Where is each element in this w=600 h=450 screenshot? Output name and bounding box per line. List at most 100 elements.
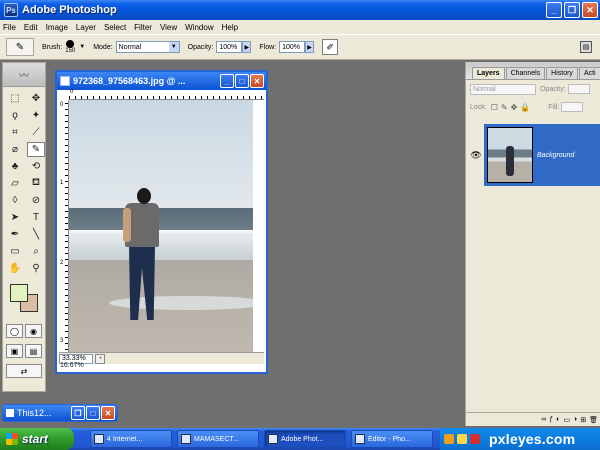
menu-file[interactable]: File (3, 23, 16, 32)
crop-tool-icon[interactable]: ⌗ (6, 125, 24, 140)
brush-dropdown-icon[interactable]: ▼ (79, 44, 85, 50)
doc-minimize-button[interactable]: _ (220, 74, 234, 88)
taskbar-item-internet[interactable]: 4 Internet... (90, 430, 172, 448)
flow-label: Flow: (259, 43, 277, 51)
path-selection-icon[interactable]: ➤ (6, 210, 24, 225)
marquee-tool-icon[interactable]: ⬚ (6, 91, 24, 106)
taskbar-item-mamasect[interactable]: MAMASECT... (177, 430, 259, 448)
move-tool-icon[interactable]: ✥ (27, 91, 45, 106)
tab-actions[interactable]: Acti (578, 67, 600, 79)
history-brush-icon[interactable]: ⟲ (27, 159, 45, 174)
opacity-slider-button[interactable]: ▶ (242, 41, 252, 53)
menu-image[interactable]: Image (46, 23, 68, 32)
minimized-document-window[interactable]: This12... ❐ □ ✕ (2, 404, 118, 422)
new-layer-icon[interactable]: ⊞ (580, 416, 586, 424)
fill-input[interactable] (561, 102, 584, 112)
flow-slider-button[interactable]: ▶ (305, 41, 315, 53)
lock-position-icon[interactable]: ✥ (511, 103, 518, 112)
jump-to-imageready-icon[interactable]: ⇄ (6, 364, 42, 378)
minimized-controls: ❐ □ ✕ (71, 406, 115, 420)
eraser-tool-icon[interactable]: ▱ (6, 176, 24, 191)
menu-help[interactable]: Help (222, 23, 238, 32)
opacity-input[interactable]: 100% (216, 41, 243, 53)
layer-mask-icon[interactable]: ◐ (556, 416, 560, 423)
menu-edit[interactable]: Edit (24, 23, 38, 32)
min-maximize-button[interactable]: □ (86, 406, 100, 420)
lasso-tool-icon[interactable]: ϙ (6, 108, 24, 123)
ruler-label: 0 (60, 102, 64, 108)
adjustment-layer-icon[interactable]: ◑ (573, 416, 577, 423)
feather-icon[interactable]: 〰 (3, 63, 45, 87)
lock-all-icon[interactable]: 🔒 (520, 103, 530, 112)
slice-tool-icon[interactable]: ⟋ (27, 125, 45, 140)
document-window: 972368_97568463.jpg @ ... _ □ ✕ 0 0 1 2 … (55, 70, 268, 374)
tool-preset-picker[interactable]: ✎ (6, 38, 34, 56)
menu-filter[interactable]: Filter (134, 23, 152, 32)
layer-opacity-input[interactable] (567, 84, 590, 94)
paint-bucket-icon[interactable]: ⛾ (27, 176, 45, 191)
lock-image-icon[interactable]: ✎ (501, 103, 508, 112)
hand-tool-icon[interactable]: ✋ (6, 261, 24, 276)
blur-tool-icon[interactable]: ◊ (6, 193, 24, 208)
visibility-eye-icon[interactable]: 👁 (468, 124, 484, 186)
foreground-color-swatch[interactable] (10, 284, 28, 302)
blend-mode-select[interactable]: Normal (470, 83, 536, 95)
menu-layer[interactable]: Layer (76, 23, 96, 32)
min-restore-button[interactable]: ❐ (71, 406, 85, 420)
palette-well-icon[interactable]: ▤ (580, 41, 592, 53)
taskbar-item-photoshop[interactable]: Adobe Phot... (264, 430, 346, 448)
document-titlebar[interactable]: 972368_97568463.jpg @ ... _ □ ✕ (57, 72, 266, 90)
min-close-button[interactable]: ✕ (101, 406, 115, 420)
airbrush-button[interactable]: ✐ (322, 39, 339, 55)
document-icon (6, 409, 14, 417)
zoom-tool-icon[interactable]: ⚲ (27, 261, 45, 276)
image-canvas[interactable] (69, 100, 253, 352)
menu-window[interactable]: Window (185, 23, 213, 32)
taskbar-item-editor[interactable]: Editor - Pho... (351, 430, 433, 448)
notes-tool-icon[interactable]: ▭ (6, 244, 24, 259)
brush-tool-icon[interactable]: ✎ (27, 142, 45, 157)
quickmask-mode-icon[interactable]: ◉ (25, 324, 42, 338)
ruler-label: 1 (60, 180, 64, 186)
speaker-icon[interactable] (457, 434, 467, 444)
screen-mode-standard-icon[interactable]: ▣ (6, 344, 23, 358)
restore-button[interactable]: ❐ (564, 2, 580, 18)
tab-history[interactable]: History (546, 67, 578, 79)
magic-wand-icon[interactable]: ✦ (27, 108, 45, 123)
clone-stamp-icon[interactable]: ♣ (6, 159, 24, 174)
security-icon[interactable] (470, 434, 480, 444)
pen-tool-icon[interactable]: ✒ (6, 227, 24, 242)
healing-brush-icon[interactable]: ⌀ (6, 142, 24, 157)
type-tool-icon[interactable]: T (27, 210, 45, 225)
lock-transparency-icon[interactable]: ☐ (491, 103, 498, 112)
minimize-button[interactable]: _ (546, 2, 562, 18)
tab-channels[interactable]: Channels (505, 67, 546, 79)
lock-row: Lock: ☐ ✎ ✥ 🔒 Fill: (466, 100, 600, 114)
tab-layers[interactable]: Layers (472, 67, 505, 79)
vertical-ruler[interactable]: 0 1 2 3 (59, 100, 69, 362)
status-menu-icon[interactable]: ◔ (95, 353, 105, 364)
flow-input[interactable]: 100% (279, 41, 306, 53)
screen-mode-full-icon[interactable]: ▤ (25, 344, 42, 358)
layer-row[interactable]: 👁 Background (468, 124, 600, 186)
menu-select[interactable]: Select (104, 23, 126, 32)
chevron-down-icon: ▼ (168, 42, 179, 52)
dodge-tool-icon[interactable]: ⊘ (27, 193, 45, 208)
brush-picker[interactable]: 150 (65, 40, 75, 54)
layer-style-icon[interactable]: ƒ (549, 416, 553, 423)
standard-mode-icon[interactable]: ◯ (6, 324, 23, 338)
doc-maximize-button[interactable]: □ (235, 74, 249, 88)
delete-layer-icon[interactable]: 🗑 (589, 416, 598, 424)
close-button[interactable]: ✕ (582, 2, 598, 18)
menu-view[interactable]: View (160, 23, 177, 32)
mode-select[interactable]: Normal ▼ (115, 41, 180, 53)
tray-app-icon[interactable] (444, 434, 454, 444)
new-group-icon[interactable]: ▭ (563, 416, 570, 424)
horizontal-ruler[interactable]: 0 (69, 89, 264, 100)
link-layers-icon[interactable]: ∞ (541, 416, 546, 423)
eyedropper-icon[interactable]: ⌕ (27, 244, 45, 259)
doc-close-button[interactable]: ✕ (250, 74, 264, 88)
line-tool-icon[interactable]: ╲ (27, 227, 45, 242)
ruler-label: 2 (60, 260, 64, 266)
start-button[interactable]: start (0, 428, 74, 450)
